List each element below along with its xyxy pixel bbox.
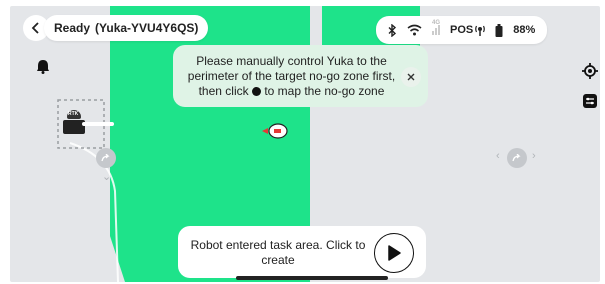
robot-marker-icon bbox=[262, 122, 288, 140]
cellular-icon: 4G bbox=[432, 20, 440, 35]
chevron-left-icon bbox=[31, 22, 39, 34]
instruction-line: then click to map the no-go zone bbox=[198, 83, 385, 98]
status-pill: Ready (Yuka-YVU4Y6QS) bbox=[44, 15, 209, 41]
chevron-left-icon: ‹ bbox=[496, 150, 500, 162]
battery-icon bbox=[495, 23, 503, 37]
instruction-line: Please manually control Yuka to the bbox=[196, 53, 387, 68]
toast-close-button[interactable] bbox=[401, 67, 421, 87]
crosshair-icon bbox=[582, 63, 598, 79]
bluetooth-icon bbox=[388, 23, 397, 37]
cellular-label: 4G bbox=[432, 20, 441, 26]
instruction-toast: Please manually control Yuka to the peri… bbox=[173, 45, 428, 107]
play-icon bbox=[388, 245, 401, 261]
battery-level: 88% bbox=[513, 24, 536, 36]
instruction-text: Please manually control Yuka to the peri… bbox=[184, 54, 399, 99]
instruction-line: perimeter of the target no-go zone first… bbox=[187, 68, 396, 83]
wifi-icon bbox=[407, 24, 422, 36]
move-handle-left[interactable] bbox=[96, 148, 116, 168]
record-point-icon bbox=[251, 86, 261, 96]
locate-button[interactable] bbox=[577, 58, 603, 84]
sliders-icon bbox=[583, 94, 597, 108]
base-station-label: RTK bbox=[68, 111, 79, 117]
close-icon bbox=[407, 73, 415, 81]
signal-tower-icon bbox=[475, 25, 486, 36]
task-area-card: Robot entered task area. Click to create bbox=[178, 226, 426, 278]
device-id: (Yuka-YVU4Y6QS) bbox=[95, 21, 199, 35]
positioning-label: POS bbox=[450, 24, 474, 36]
bell-icon bbox=[37, 59, 49, 74]
charging-cable bbox=[82, 122, 114, 126]
map-settings-button[interactable] bbox=[577, 88, 603, 114]
system-status-bar: 4G POS 88% bbox=[376, 16, 548, 44]
home-indicator bbox=[236, 276, 388, 280]
notification-bell-button[interactable] bbox=[30, 53, 56, 79]
status-label: Ready bbox=[54, 21, 91, 35]
arrow-icon bbox=[512, 154, 521, 162]
move-handle-right[interactable] bbox=[507, 148, 527, 168]
arrow-icon bbox=[101, 154, 110, 162]
task-area-message: Robot entered task area. Click to create bbox=[190, 238, 366, 267]
chevron-right-icon: › bbox=[532, 150, 536, 162]
chevron-down-icon: ⌄ bbox=[102, 171, 112, 183]
create-button[interactable] bbox=[374, 233, 414, 273]
